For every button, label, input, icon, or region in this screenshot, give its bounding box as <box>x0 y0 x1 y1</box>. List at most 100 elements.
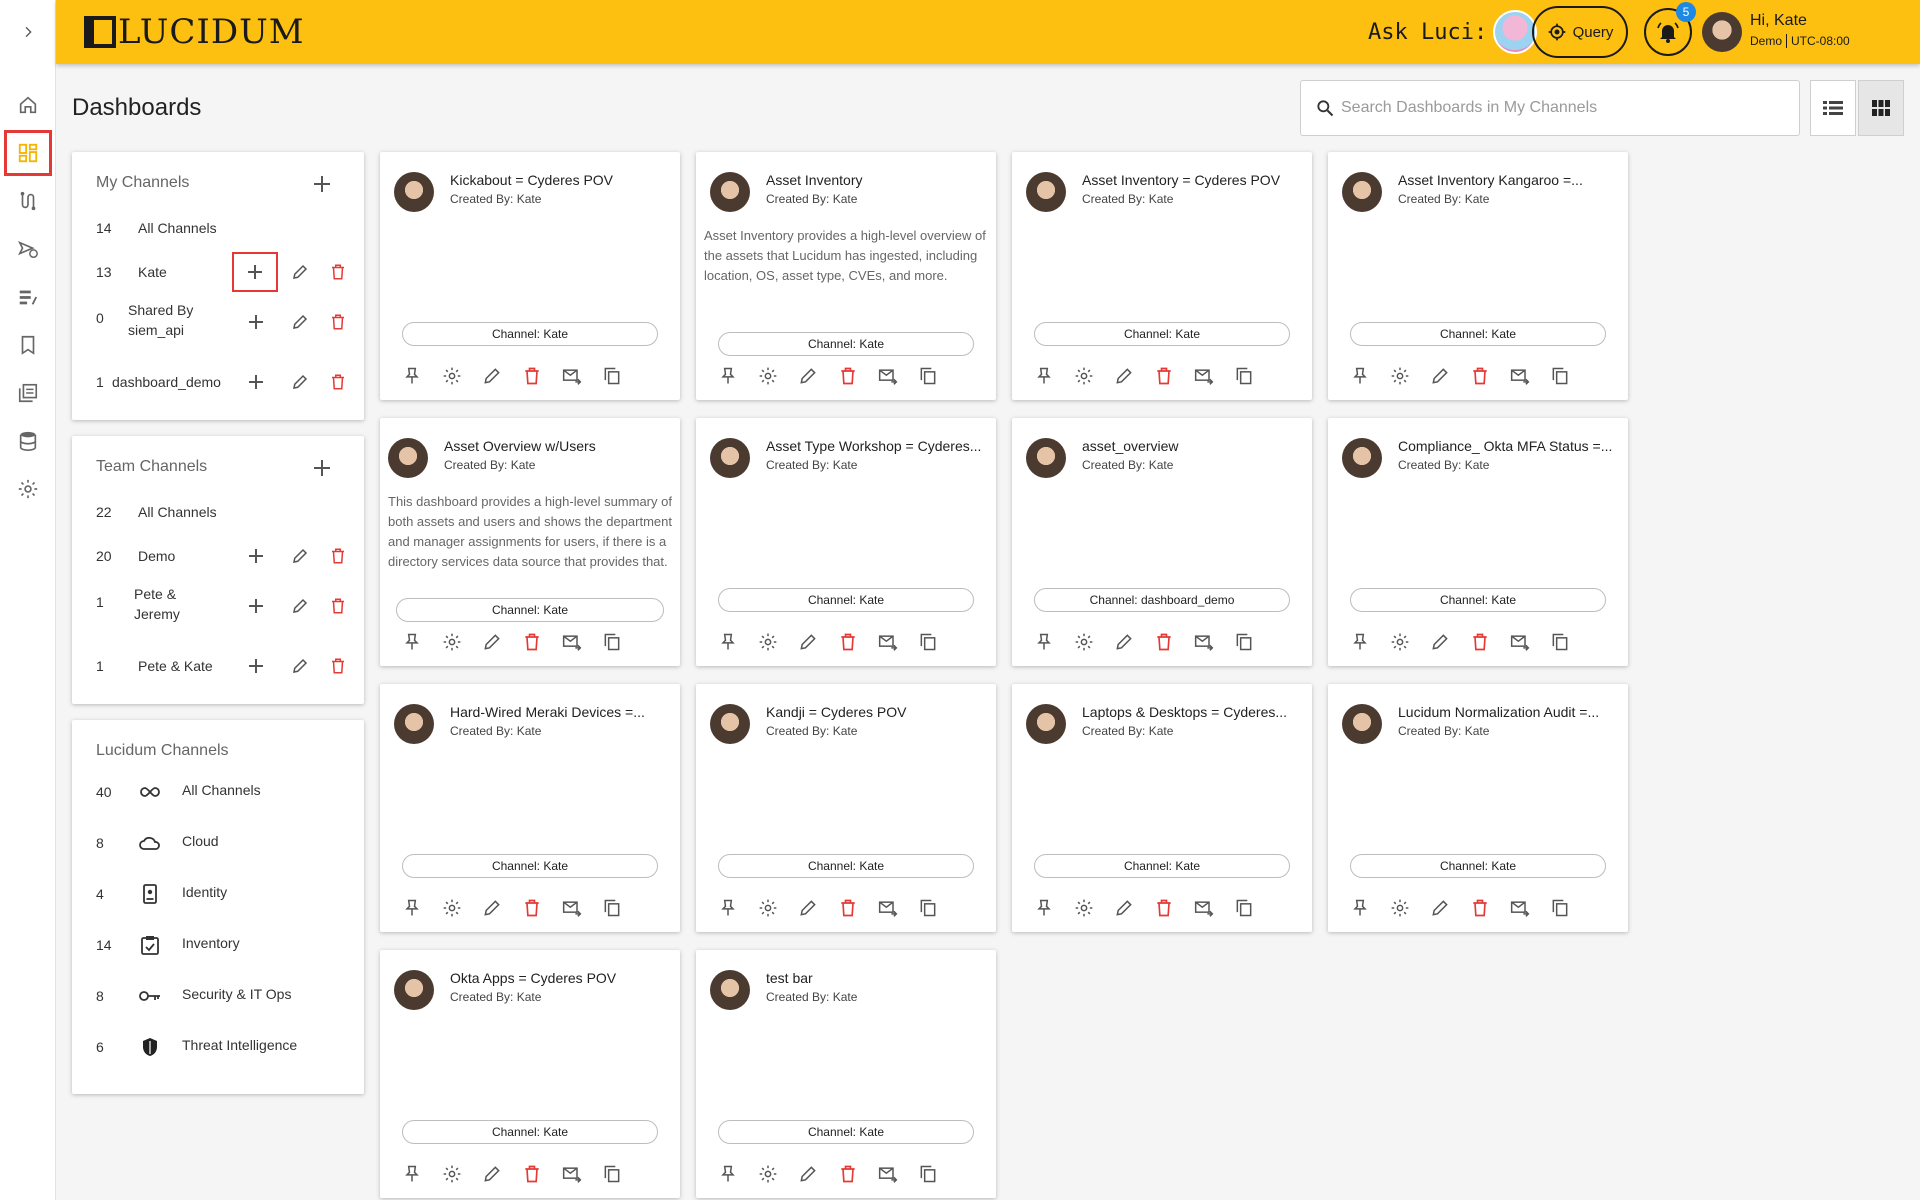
channel-row-kate[interactable]: 13 Kate <box>72 252 364 292</box>
email-button[interactable] <box>1184 892 1224 924</box>
edit-button[interactable] <box>788 626 828 658</box>
settings-button[interactable] <box>432 1158 472 1190</box>
settings-button[interactable] <box>748 626 788 658</box>
edit-channel-button[interactable] <box>282 364 318 400</box>
pin-button[interactable] <box>708 360 748 392</box>
delete-channel-button[interactable] <box>320 538 356 574</box>
edit-button[interactable] <box>472 1158 512 1190</box>
copy-button[interactable] <box>908 1158 948 1190</box>
copy-button[interactable] <box>592 892 632 924</box>
edit-channel-button[interactable] <box>282 588 318 624</box>
add-dashboard-button[interactable] <box>238 538 274 574</box>
delete-channel-button[interactable] <box>320 254 356 290</box>
email-button[interactable] <box>552 626 592 658</box>
pin-button[interactable] <box>392 626 432 658</box>
dashboard-card[interactable]: Laptops & Desktops = Cyderes... Created … <box>1012 684 1312 932</box>
dashboard-card[interactable]: Hard-Wired Meraki Devices =... Created B… <box>380 684 680 932</box>
edit-channel-button[interactable] <box>282 254 318 290</box>
copy-button[interactable] <box>592 626 632 658</box>
dashboard-title[interactable]: Asset Inventory Kangaroo =... <box>1398 172 1614 188</box>
delete-button[interactable] <box>828 360 868 392</box>
settings-button[interactable] <box>1380 892 1420 924</box>
copy-button[interactable] <box>1224 360 1264 392</box>
delete-button[interactable] <box>1460 626 1500 658</box>
email-button[interactable] <box>868 626 908 658</box>
search-box[interactable] <box>1300 80 1800 136</box>
pin-button[interactable] <box>1340 892 1380 924</box>
delete-channel-button[interactable] <box>320 648 356 684</box>
add-dashboard-button[interactable] <box>238 364 274 400</box>
nav-database[interactable] <box>4 418 52 464</box>
delete-button[interactable] <box>1144 360 1184 392</box>
pin-button[interactable] <box>1340 360 1380 392</box>
add-dashboard-button[interactable] <box>238 648 274 684</box>
pin-button[interactable] <box>392 1158 432 1190</box>
copy-button[interactable] <box>1224 892 1264 924</box>
copy-button[interactable] <box>592 1158 632 1190</box>
email-button[interactable] <box>1500 626 1540 658</box>
dashboard-card[interactable]: Okta Apps = Cyderes POV Created By: Kate… <box>380 950 680 1198</box>
channel-row-all[interactable]: 40 All Channels <box>72 772 364 812</box>
email-button[interactable] <box>552 892 592 924</box>
channel-chip[interactable]: Channel: Kate <box>718 332 974 356</box>
dashboard-card[interactable]: Lucidum Normalization Audit =... Created… <box>1328 684 1628 932</box>
channel-chip[interactable]: Channel: dashboard_demo <box>1034 588 1290 612</box>
dashboard-title[interactable]: Asset Inventory = Cyderes POV <box>1082 172 1298 188</box>
channel-chip[interactable]: Channel: Kate <box>1350 588 1606 612</box>
channel-chip[interactable]: Channel: Kate <box>1034 322 1290 346</box>
edit-button[interactable] <box>1420 892 1460 924</box>
settings-button[interactable] <box>1064 360 1104 392</box>
pin-button[interactable] <box>708 626 748 658</box>
pin-button[interactable] <box>708 892 748 924</box>
settings-button[interactable] <box>1064 892 1104 924</box>
email-button[interactable] <box>868 1158 908 1190</box>
settings-button[interactable] <box>748 1158 788 1190</box>
channel-chip[interactable]: Channel: Kate <box>402 854 658 878</box>
dashboard-title[interactable]: Asset Inventory <box>766 172 982 188</box>
channel-chip[interactable]: Channel: Kate <box>1350 322 1606 346</box>
delete-button[interactable] <box>828 1158 868 1190</box>
channel-chip[interactable]: Channel: Kate <box>1350 854 1606 878</box>
copy-button[interactable] <box>908 360 948 392</box>
channel-chip[interactable]: Channel: Kate <box>402 1120 658 1144</box>
delete-channel-button[interactable] <box>320 304 356 340</box>
dashboard-card[interactable]: Asset Type Workshop = Cyderes... Created… <box>696 418 996 666</box>
pin-button[interactable] <box>1024 360 1064 392</box>
dashboard-card[interactable]: Asset Inventory Created By: Kate Asset I… <box>696 152 996 400</box>
copy-button[interactable] <box>1224 626 1264 658</box>
settings-button[interactable] <box>432 626 472 658</box>
edit-button[interactable] <box>1104 360 1144 392</box>
settings-button[interactable] <box>1380 360 1420 392</box>
channel-row-cloud[interactable]: 8 Cloud <box>72 823 364 863</box>
add-dashboard-button[interactable] <box>232 252 278 292</box>
channel-chip[interactable]: Channel: Kate <box>402 322 658 346</box>
nav-dashboards[interactable] <box>4 130 52 176</box>
edit-channel-button[interactable] <box>282 304 318 340</box>
email-button[interactable] <box>552 360 592 392</box>
channel-row-identity[interactable]: 4 Identity <box>72 874 364 914</box>
channel-chip[interactable]: Channel: Kate <box>718 1120 974 1144</box>
dashboard-title[interactable]: Asset Overview w/Users <box>444 438 660 454</box>
dashboard-title[interactable]: test bar <box>766 970 982 986</box>
dashboard-card[interactable]: asset_overview Created By: Kate Channel:… <box>1012 418 1312 666</box>
channel-row-dashboard-demo[interactable]: 1 dashboard_demo <box>72 362 364 402</box>
edit-channel-button[interactable] <box>282 538 318 574</box>
edit-button[interactable] <box>472 360 512 392</box>
channel-chip[interactable]: Channel: Kate <box>718 854 974 878</box>
edit-button[interactable] <box>1420 626 1460 658</box>
search-input[interactable] <box>1341 99 1781 117</box>
pin-button[interactable] <box>708 1158 748 1190</box>
nav-settings[interactable] <box>4 466 52 512</box>
dashboard-card[interactable]: Kickabout = Cyderes POV Created By: Kate… <box>380 152 680 400</box>
pin-button[interactable] <box>392 892 432 924</box>
delete-channel-button[interactable] <box>320 364 356 400</box>
settings-button[interactable] <box>748 360 788 392</box>
delete-button[interactable] <box>1144 892 1184 924</box>
delete-button[interactable] <box>828 892 868 924</box>
copy-button[interactable] <box>1540 626 1580 658</box>
email-button[interactable] <box>868 892 908 924</box>
settings-button[interactable] <box>748 892 788 924</box>
pin-button[interactable] <box>1024 892 1064 924</box>
copy-button[interactable] <box>1540 892 1580 924</box>
channel-row-all[interactable]: 22 All Channels <box>72 492 364 532</box>
